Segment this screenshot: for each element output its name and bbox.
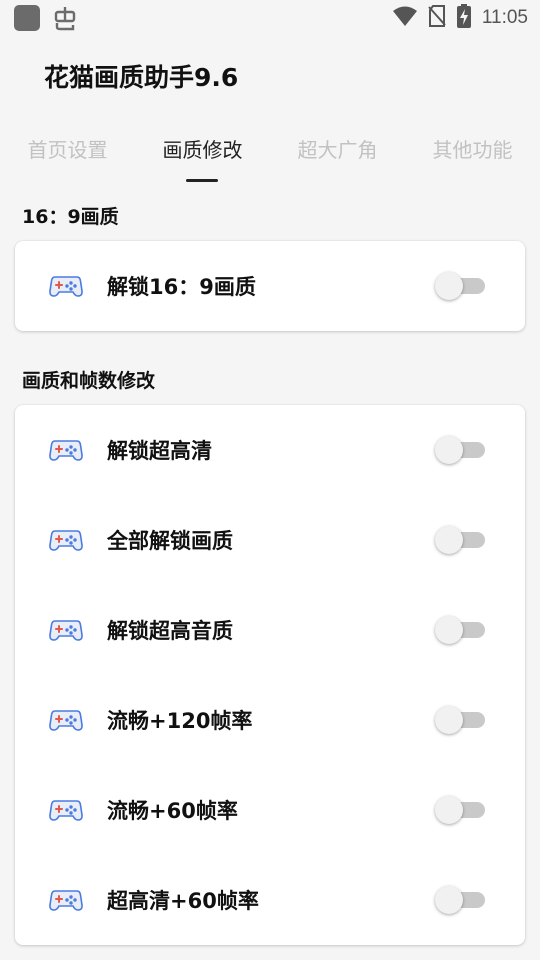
status-bar: 11:05: [0, 0, 540, 36]
toggle-switch[interactable]: [435, 796, 487, 824]
gamepad-icon: [49, 708, 83, 732]
wifi-icon: [392, 5, 418, 31]
switch-thumb: [435, 886, 463, 914]
tab-bar: 首页设置 画质修改 超大广角 其他功能: [0, 128, 540, 188]
toggle-switch[interactable]: [435, 436, 487, 464]
setting-label: 超高清+60帧率: [107, 889, 259, 913]
gamepad-icon: [49, 438, 83, 462]
tab-indicator: [186, 179, 218, 182]
setting-label: 流畅+60帧率: [107, 799, 238, 823]
bug-icon: [52, 5, 78, 31]
list-item: 解锁超高清: [15, 405, 525, 495]
tab-wide-angle[interactable]: 超大广角: [270, 128, 405, 188]
tab-other-features[interactable]: 其他功能: [405, 128, 540, 188]
switch-thumb: [435, 526, 463, 554]
gamepad-icon: [49, 274, 83, 298]
switch-thumb: [435, 436, 463, 464]
toggle-switch[interactable]: [435, 272, 487, 300]
switch-thumb: [435, 616, 463, 644]
tab-home-settings[interactable]: 首页设置: [0, 128, 135, 188]
list-item: 解锁超高音质: [15, 585, 525, 675]
toggle-switch[interactable]: [435, 616, 487, 644]
app-title: 花猫画质助手9.6: [44, 63, 239, 92]
card-quality-fps: 解锁超高清 全部解锁画质 解锁超高音质 流畅+120帧率 流畅+60帧率 超高清…: [15, 405, 525, 945]
setting-label: 解锁超高清: [107, 439, 212, 463]
list-item: 流畅+60帧率: [15, 765, 525, 855]
setting-label: 解锁16：9画质: [107, 275, 256, 299]
battery-charging-icon: [456, 4, 472, 32]
toggle-switch[interactable]: [435, 706, 487, 734]
gamepad-icon: [49, 618, 83, 642]
switch-thumb: [435, 796, 463, 824]
switch-thumb: [435, 706, 463, 734]
clock: 11:05: [481, 7, 528, 28]
list-item: 解锁16：9画质: [15, 241, 525, 331]
section-title-16-9: 16：9画质: [22, 206, 119, 228]
status-bar-right: 11:05: [392, 4, 528, 32]
setting-label: 解锁超高音质: [107, 619, 233, 643]
toggle-switch[interactable]: [435, 526, 487, 554]
list-item: 全部解锁画质: [15, 495, 525, 585]
setting-label: 全部解锁画质: [107, 529, 233, 553]
gamepad-icon: [49, 528, 83, 552]
list-item: 流畅+120帧率: [15, 675, 525, 765]
section-title-quality-fps: 画质和帧数修改: [22, 370, 156, 392]
list-item: 超高清+60帧率: [15, 855, 525, 945]
gamepad-icon: [49, 798, 83, 822]
gamepad-icon: [49, 888, 83, 912]
setting-label: 流畅+120帧率: [107, 709, 253, 733]
status-bar-left: [14, 5, 78, 31]
card-16-9: 解锁16：9画质: [15, 241, 525, 331]
toggle-switch[interactable]: [435, 886, 487, 914]
no-sim-icon: [428, 5, 446, 31]
switch-thumb: [435, 272, 463, 300]
app-square-icon: [14, 5, 40, 31]
